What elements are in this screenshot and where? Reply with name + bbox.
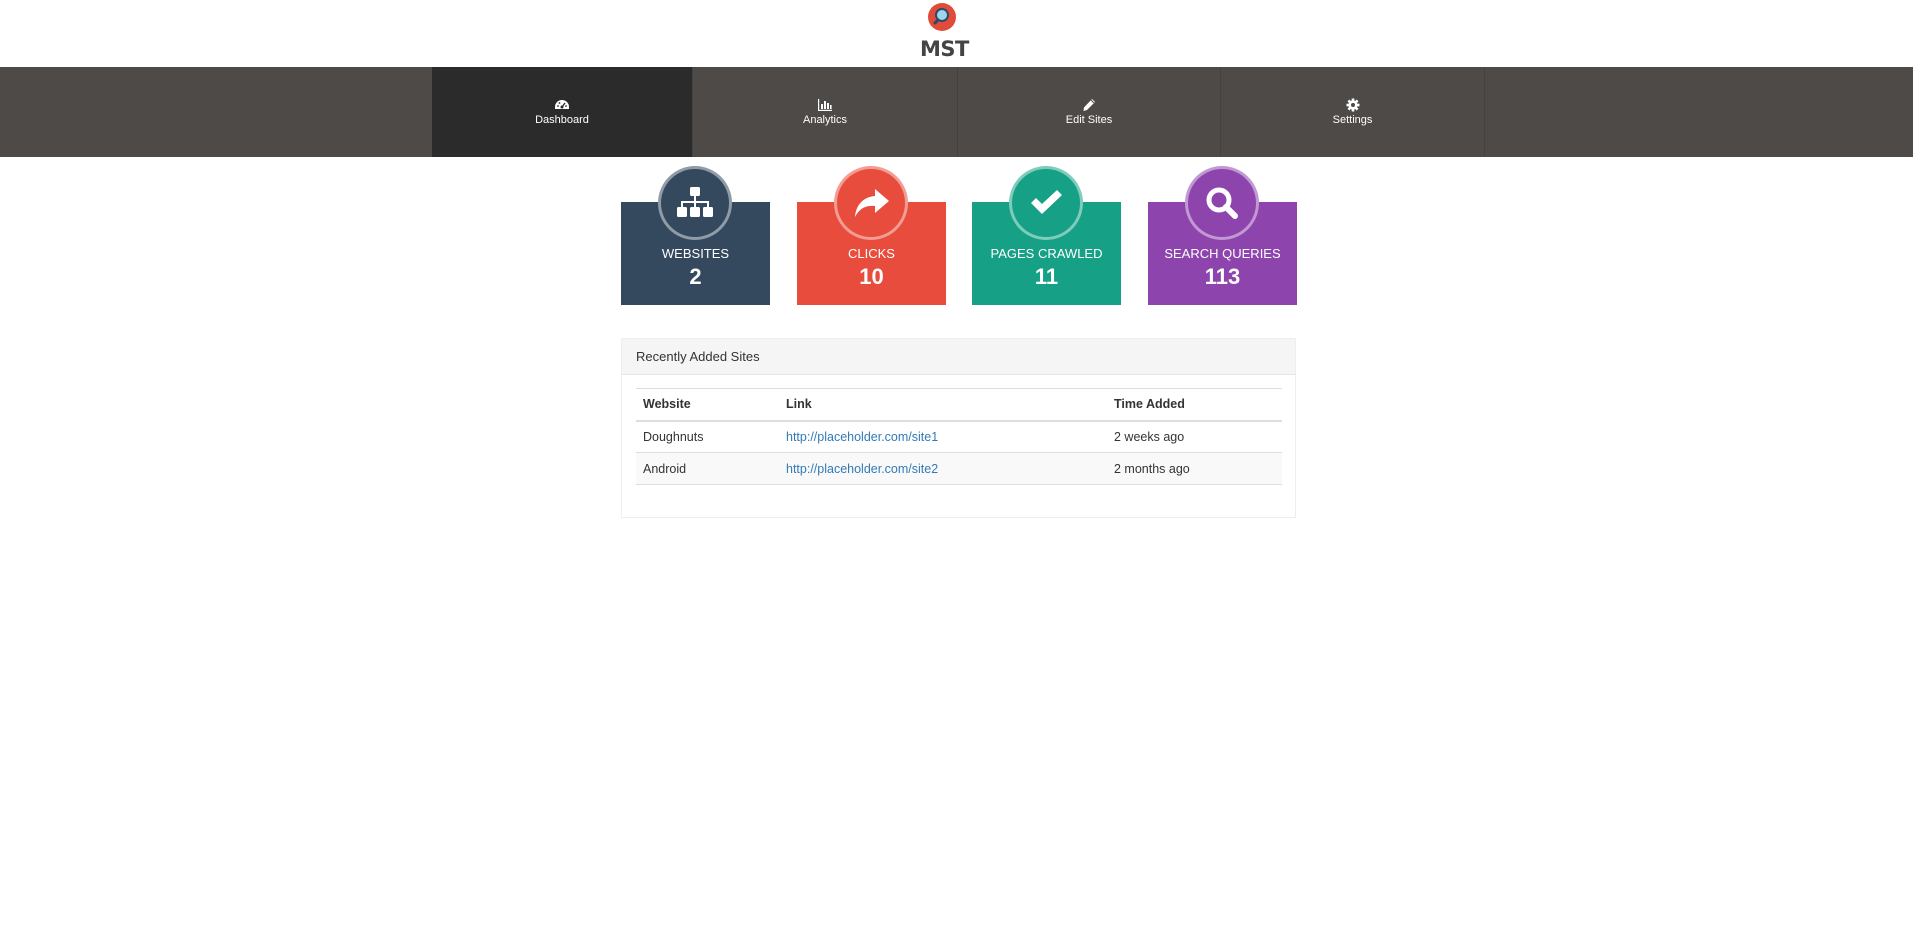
recent-sites-panel: Recently Added Sites Website Link Time A… bbox=[621, 338, 1296, 518]
stat-label: WEBSITES bbox=[661, 246, 730, 261]
website-cell: Android bbox=[636, 452, 779, 485]
stat-tile-websites[interactable]: WEBSITES 2 bbox=[621, 166, 770, 305]
stats-tiles: WEBSITES 2 CLICKS 10 PAGES CRAWLED 11 SE… bbox=[621, 165, 1297, 305]
nav-label: Dashboard bbox=[535, 114, 589, 126]
column-header: Time Added bbox=[1107, 388, 1282, 422]
search-icon bbox=[1185, 166, 1259, 240]
pencil-icon bbox=[1083, 99, 1095, 111]
stat-tile-search-queries[interactable]: SEARCH QUERIES 113 bbox=[1148, 166, 1297, 305]
column-header: Link bbox=[779, 388, 1107, 422]
stat-value: 2 bbox=[689, 264, 702, 289]
stat-label: CLICKS bbox=[848, 246, 895, 261]
nav-label: Analytics bbox=[802, 114, 848, 126]
main-navbar: Dashboard Analytics Edit Sites Settings bbox=[0, 67, 1913, 157]
time-cell: 2 months ago bbox=[1107, 452, 1282, 485]
gear-icon bbox=[1346, 98, 1359, 112]
share-icon bbox=[834, 166, 908, 240]
stat-value: 113 bbox=[1204, 264, 1241, 289]
dashboard-icon bbox=[555, 100, 569, 109]
logo[interactable]: MST bbox=[920, 3, 969, 63]
nav-label: Settings bbox=[1332, 114, 1373, 126]
nav-item-analytics[interactable]: Analytics bbox=[693, 67, 958, 157]
table-header-row: Website Link Time Added bbox=[636, 388, 1282, 422]
check-icon bbox=[1009, 166, 1083, 240]
stat-tile-pages-crawled[interactable]: PAGES CRAWLED 11 bbox=[972, 166, 1121, 305]
link-cell: http://placeholder.com/site1 bbox=[779, 420, 1107, 453]
nav-item-edit-sites[interactable]: Edit Sites bbox=[958, 67, 1221, 157]
stat-label: PAGES CRAWLED bbox=[990, 246, 1103, 261]
stat-tile-clicks[interactable]: CLICKS 10 bbox=[797, 166, 946, 305]
website-cell: Doughnuts bbox=[636, 420, 779, 453]
panel-title: Recently Added Sites bbox=[622, 339, 1295, 375]
table-row: Doughnuts http://placeholder.com/site1 2… bbox=[636, 420, 1282, 453]
sitemap-icon bbox=[658, 166, 732, 240]
table-row: Android http://placeholder.com/site2 2 m… bbox=[636, 452, 1282, 485]
nav-item-settings[interactable]: Settings bbox=[1221, 67, 1485, 157]
stat-value: 10 bbox=[859, 264, 884, 289]
site-link[interactable]: http://placeholder.com/site1 bbox=[786, 430, 938, 444]
stat-value: 11 bbox=[1034, 264, 1059, 289]
link-cell: http://placeholder.com/site2 bbox=[779, 452, 1107, 485]
nav-item-dashboard[interactable]: Dashboard bbox=[432, 67, 693, 157]
nav-label: Edit Sites bbox=[1065, 114, 1113, 126]
column-header: Website bbox=[636, 388, 779, 422]
logo-text: MST bbox=[920, 37, 969, 61]
magnifier-logo-icon bbox=[928, 3, 956, 31]
site-link[interactable]: http://placeholder.com/site2 bbox=[786, 462, 938, 476]
time-cell: 2 weeks ago bbox=[1107, 420, 1282, 453]
bar-chart-icon bbox=[818, 99, 832, 111]
recent-sites-table: Website Link Time Added Doughnuts http:/… bbox=[636, 388, 1282, 485]
stat-label: SEARCH QUERIES bbox=[1164, 246, 1281, 261]
